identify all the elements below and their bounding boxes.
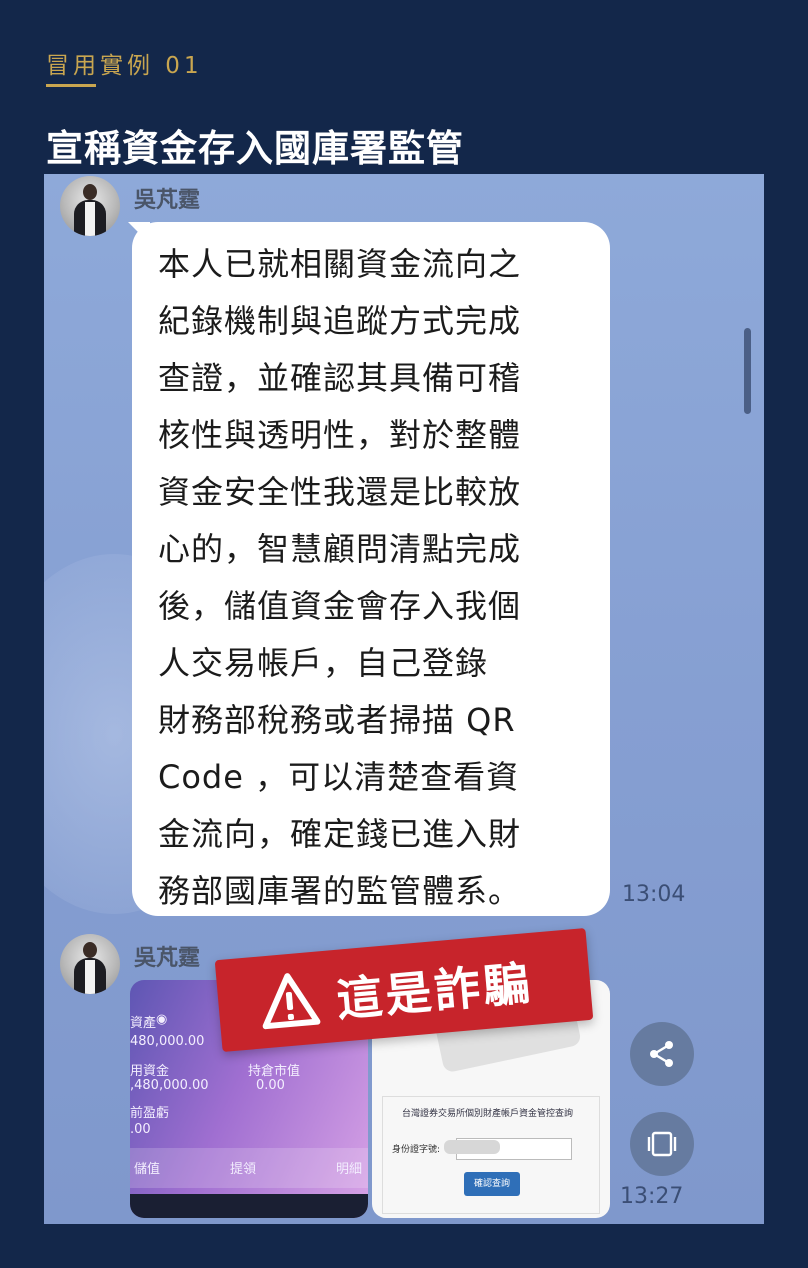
message-line: Code ，可以清楚查看資 xyxy=(158,758,520,796)
id-label: 身份證字號: xyxy=(392,1145,441,1155)
share-button[interactable] xyxy=(630,1022,694,1086)
image-bottom-band xyxy=(130,1194,368,1218)
page-title: 宣稱資金存入國庫署監管 xyxy=(46,127,464,170)
message-line: 查證，並確認其具備可稽 xyxy=(158,359,522,397)
balance-label: 資產 xyxy=(130,1016,157,1031)
available-funds-value: ,480,000.00 xyxy=(130,1078,209,1093)
message-line: 人交易帳戶，自己登錄 xyxy=(158,644,489,682)
message-bubble[interactable]: 本人已就相關資金流向之 紀錄機制與追蹤方式完成 查證，並確認其具備可稽 核性與透… xyxy=(132,222,610,916)
kicker-label: 冒用實例 01 xyxy=(46,53,203,79)
balance-value: 480,000.00 xyxy=(130,1034,205,1049)
message-line: 金流向，確定錢已進入財 xyxy=(158,815,522,853)
withdraw-tab: 提領 xyxy=(230,1162,257,1177)
message-line: 資金安全性我還是比較放 xyxy=(158,473,522,511)
query-title: 台灣證券交易所個別財產帳戶資金管控查詢 xyxy=(402,1109,574,1119)
message-line: 核性與透明性，對於整體 xyxy=(158,416,522,454)
avatar[interactable] xyxy=(60,176,120,236)
screen-icon xyxy=(647,1131,677,1157)
confirm-query-button: 確認查詢 xyxy=(464,1172,520,1196)
details-tab: 明細 xyxy=(336,1162,363,1177)
blurred-value xyxy=(444,1140,500,1154)
sender-name: 吳芃霆 xyxy=(134,188,201,213)
sender-name: 吳芃霆 xyxy=(134,946,201,971)
message-line: 後，儲值資金會存入我個 xyxy=(158,587,522,625)
message-line: 本人已就相關資金流向之 xyxy=(158,245,522,283)
chat-screenshot: 吳芃霆 本人已就相關資金流向之 紀錄機制與追蹤方式完成 查證，並確認其具備可稽 … xyxy=(44,174,764,1224)
pnl-value: .00 xyxy=(130,1122,151,1137)
share-icon xyxy=(650,1041,673,1067)
holdings-value: 0.00 xyxy=(256,1078,285,1093)
avatar[interactable] xyxy=(60,934,120,994)
chat-scrollbar[interactable] xyxy=(744,328,751,414)
message-timestamp: 13:27 xyxy=(620,1184,684,1209)
pnl-label: 前盈虧 xyxy=(130,1106,170,1121)
warning-text: 這是詐騙 xyxy=(334,955,535,1027)
kicker-underline xyxy=(46,84,96,87)
eye-icon: ◉ xyxy=(156,1012,168,1027)
message-line: 務部國庫署的監管體系。 xyxy=(158,872,522,910)
message-line: 紀錄機制與追蹤方式完成 xyxy=(158,302,522,340)
warning-icon xyxy=(262,973,321,1030)
message-timestamp: 13:04 xyxy=(622,882,686,907)
message-line: 心的，智慧顧問清點完成 xyxy=(158,530,522,568)
message-line: 財務部稅務或者掃描 QR xyxy=(158,701,516,739)
holdings-value-label: 持倉市值 xyxy=(248,1064,301,1079)
screen-button[interactable] xyxy=(630,1112,694,1176)
deposit-tab: 儲值 xyxy=(134,1162,161,1177)
available-funds-label: 用資金 xyxy=(130,1064,170,1079)
